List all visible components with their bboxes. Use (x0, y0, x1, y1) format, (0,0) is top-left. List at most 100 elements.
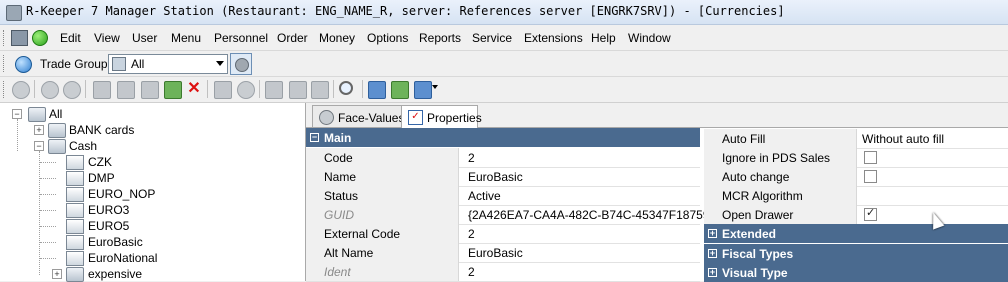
tree-label: EuroBasic (88, 235, 143, 249)
expand-icon[interactable]: + (708, 229, 717, 238)
forward-icon[interactable] (63, 81, 81, 99)
category-fiscal-types[interactable]: + Fiscal Types (704, 244, 1008, 263)
property-row[interactable]: Name EuroBasic (306, 167, 700, 187)
property-value[interactable]: EuroBasic (468, 246, 523, 260)
cancel-icon[interactable] (237, 81, 255, 99)
new-item-icon[interactable] (117, 81, 135, 99)
property-row[interactable]: Open Drawer (704, 205, 1008, 225)
menu-order[interactable]: Order (277, 31, 308, 45)
currency-icon (66, 203, 84, 218)
currency-tree: − All + BANK cards − Cash CZK DMP EURO_N… (0, 103, 306, 282)
property-value[interactable]: Without auto fill (862, 132, 944, 146)
property-name: Code (324, 151, 353, 165)
property-row[interactable]: Alt Name EuroBasic (306, 243, 700, 263)
property-row[interactable]: Auto Fill Without auto fill (704, 129, 1008, 149)
menu-user[interactable]: User (132, 31, 157, 45)
menu-window[interactable]: Window (628, 31, 671, 45)
chevron-down-icon[interactable] (216, 61, 224, 66)
paste-icon[interactable] (311, 81, 329, 99)
property-row[interactable]: External Code 2 (306, 224, 700, 244)
copy-item-icon[interactable] (141, 81, 159, 99)
delete-icon[interactable]: ✕ (186, 81, 202, 97)
currency-icon (66, 155, 84, 170)
trade-group-settings-button[interactable] (230, 53, 252, 75)
settings-icon (235, 58, 249, 72)
property-row[interactable]: GUID {2A426EA7-CA4A-482C-B74C-45347F1875… (306, 205, 721, 225)
folder-icon (28, 107, 46, 122)
folder-icon (48, 123, 66, 138)
status-green-icon[interactable] (32, 30, 48, 46)
menu-edit[interactable]: Edit (60, 31, 81, 45)
property-value[interactable]: 2 (468, 151, 475, 165)
property-value[interactable]: 2 (468, 227, 475, 241)
category-extended[interactable]: + Extended (704, 224, 1008, 243)
menu-reports[interactable]: Reports (419, 31, 461, 45)
link-icon[interactable] (368, 81, 386, 99)
app-icon (6, 5, 22, 21)
grid-view-icon[interactable] (414, 81, 432, 99)
tab-label: Face-Values (338, 111, 405, 125)
property-row[interactable]: Code 2 (306, 148, 700, 168)
collapse-icon[interactable]: − (310, 133, 319, 142)
collapse-icon[interactable]: − (12, 109, 22, 119)
collapse-icon[interactable]: − (34, 141, 44, 151)
back-icon[interactable] (41, 81, 59, 99)
menu-service[interactable]: Service (472, 31, 512, 45)
currency-icon (66, 251, 84, 266)
menu-view[interactable]: View (94, 31, 120, 45)
property-value[interactable]: Active (468, 189, 501, 203)
category-visual-type[interactable]: + Visual Type (704, 263, 1008, 282)
property-name: External Code (324, 227, 401, 241)
separator (34, 80, 35, 98)
menu-personnel[interactable]: Personnel (214, 31, 268, 45)
menu-money[interactable]: Money (319, 31, 355, 45)
menu-menu[interactable]: Menu (171, 31, 201, 45)
menu-bar: Edit View User Menu Personnel Order Mone… (0, 25, 1008, 51)
tree-label: Cash (69, 139, 98, 153)
tab-strip: Face-Values ✓ Properties (306, 103, 1008, 128)
menu-help[interactable]: Help (591, 31, 616, 45)
title-bar: R-Keeper 7 Manager Station (Restaurant: … (0, 0, 1008, 25)
property-row[interactable]: Ignore in PDS Sales (704, 148, 1008, 168)
tab-face-values[interactable]: Face-Values (312, 105, 405, 127)
chevron-down-icon[interactable] (432, 85, 438, 89)
toolbar-grip[interactable] (3, 55, 7, 72)
property-row[interactable]: Status Active (306, 186, 700, 206)
copy-icon[interactable] (265, 81, 283, 99)
expand-icon[interactable]: + (708, 268, 717, 277)
property-value[interactable]: EuroBasic (468, 170, 523, 184)
property-name: Ignore in PDS Sales (722, 151, 831, 165)
save-icon[interactable] (214, 81, 232, 99)
category-title: Visual Type (722, 266, 788, 280)
trade-group-label: Trade Group: (40, 57, 111, 71)
refresh-icon[interactable] (12, 81, 30, 99)
property-name: Auto change (722, 170, 790, 184)
ignore-pds-checkbox[interactable] (864, 151, 877, 164)
property-row[interactable]: MCR Algorithm (704, 186, 1008, 206)
tab-properties[interactable]: ✓ Properties (401, 105, 482, 128)
search-icon[interactable] (339, 81, 353, 95)
expand-icon[interactable]: + (52, 269, 62, 279)
menu-extensions[interactable]: Extensions (524, 31, 583, 45)
cut-icon[interactable] (289, 81, 307, 99)
trade-group-select[interactable]: All (108, 54, 228, 74)
property-row[interactable]: Ident 2 (306, 262, 700, 282)
expand-icon[interactable]: + (34, 125, 44, 135)
property-row[interactable]: Auto change (704, 167, 1008, 187)
toolbar-grip[interactable] (3, 81, 7, 98)
auto-change-checkbox[interactable] (864, 170, 877, 183)
property-name: MCR Algorithm (722, 189, 803, 203)
transfer-icon[interactable] (391, 81, 409, 99)
expand-icon[interactable]: + (708, 249, 717, 258)
category-main[interactable]: − Main (306, 128, 700, 147)
currency-icon (66, 219, 84, 234)
open-drawer-checkbox[interactable] (864, 206, 877, 221)
new-folder-icon[interactable] (93, 81, 111, 99)
menu-options[interactable]: Options (367, 31, 408, 45)
toolbar-grip[interactable] (3, 30, 7, 46)
station-icon[interactable] (11, 30, 28, 46)
tree-label: EURO5 (88, 219, 130, 233)
category-title: Main (324, 131, 352, 145)
export-icon[interactable] (164, 81, 182, 99)
trade-group-icon (112, 57, 126, 71)
